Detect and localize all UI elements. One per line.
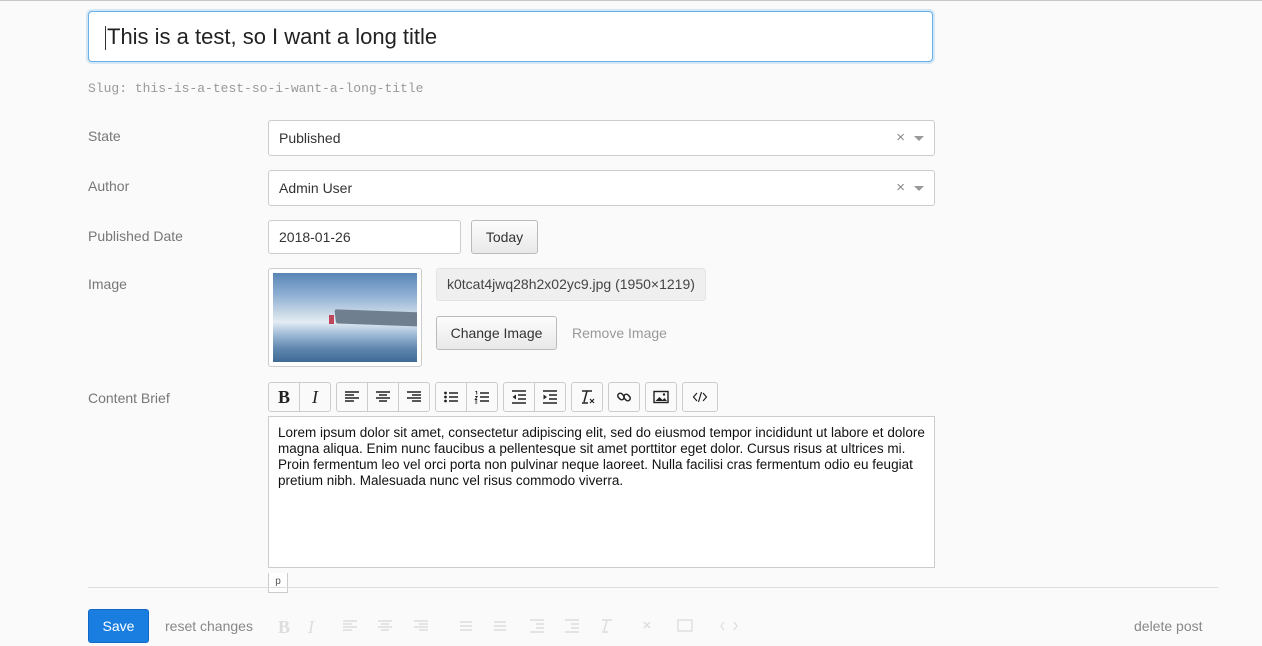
image-icon[interactable]: [646, 383, 676, 411]
align-group: [336, 382, 430, 412]
text-caret: [105, 26, 106, 51]
numbered-list-icon[interactable]: [467, 383, 497, 411]
state-dropdown-arrow-icon[interactable]: [914, 136, 924, 141]
delete-post-link[interactable]: delete post: [1134, 618, 1203, 634]
top-border: [0, 0, 1262, 1]
wing-shape: [334, 309, 417, 327]
content-brief-editor[interactable]: Lorem ipsum dolor sit amet, consectetur …: [268, 416, 935, 568]
author-select[interactable]: Admin User ×: [268, 170, 935, 206]
ghost-toolbar-icons: B I: [278, 617, 738, 637]
list-group: [435, 382, 498, 412]
ghost-image-icon: [677, 619, 693, 632]
slug-line: Slug: this-is-a-test-so-i-want-a-long-ti…: [88, 81, 423, 96]
link-icon[interactable]: [609, 383, 639, 411]
ghost-code-icon: [720, 621, 738, 631]
state-clear-icon[interactable]: ×: [896, 121, 905, 155]
title-text: This is a test, so I want a long title: [107, 24, 438, 49]
image-file-info: k0tcat4jwq28h2x02yc9.jpg (1950×1219): [436, 268, 706, 301]
airplane-wing-image: [273, 273, 417, 362]
footer-divider: [88, 587, 1218, 588]
image-insert-group: [645, 382, 677, 412]
state-select[interactable]: Published ×: [268, 120, 935, 156]
ghost-toolbar: B I: [268, 614, 748, 643]
content-brief-label: Content Brief: [88, 390, 170, 406]
today-button[interactable]: Today: [471, 220, 538, 254]
italic-icon[interactable]: I: [300, 383, 330, 411]
clear-format-icon[interactable]: [572, 383, 602, 411]
clear-format-group: [571, 382, 603, 412]
ghost-misc-icons: [602, 619, 651, 633]
code-icon[interactable]: [683, 383, 717, 411]
bold-icon[interactable]: B: [269, 383, 300, 411]
align-center-icon[interactable]: [368, 383, 399, 411]
state-label: State: [88, 128, 121, 144]
wingtip-shape: [329, 315, 334, 324]
editor-path-tag[interactable]: p: [268, 573, 288, 593]
remove-image-link[interactable]: Remove Image: [572, 325, 667, 341]
published-date-input[interactable]: 2018-01-26: [268, 220, 461, 254]
align-right-icon[interactable]: [399, 383, 429, 411]
author-value: Admin User: [279, 180, 353, 196]
indent-group: [503, 382, 566, 412]
ghost-italic-icon: I: [307, 617, 315, 637]
published-date-label: Published Date: [88, 228, 183, 244]
outdent-icon[interactable]: [504, 383, 535, 411]
ghost-bold-icon: B: [278, 617, 290, 637]
author-label: Author: [88, 178, 130, 194]
format-group: B I: [268, 382, 331, 412]
editor-toolbar: B I: [268, 382, 718, 412]
change-image-button[interactable]: Change Image: [436, 316, 557, 350]
slug-label: Slug:: [88, 81, 128, 96]
image-label: Image: [88, 276, 127, 292]
author-clear-icon[interactable]: ×: [896, 171, 905, 205]
code-group: [682, 382, 718, 412]
ghost-line-icons: [343, 619, 579, 633]
title-input[interactable]: This is a test, so I want a long title: [88, 11, 933, 62]
align-left-icon[interactable]: [337, 383, 368, 411]
indent-icon[interactable]: [535, 383, 565, 411]
reset-changes-link[interactable]: reset changes: [165, 618, 253, 634]
author-dropdown-arrow-icon[interactable]: [914, 186, 924, 191]
bullet-list-icon[interactable]: [436, 383, 467, 411]
save-button[interactable]: Save: [88, 609, 149, 643]
image-thumbnail: [268, 268, 422, 367]
slug-value: this-is-a-test-so-i-want-a-long-title: [134, 81, 424, 96]
state-value: Published: [279, 130, 341, 146]
link-group: [608, 382, 640, 412]
